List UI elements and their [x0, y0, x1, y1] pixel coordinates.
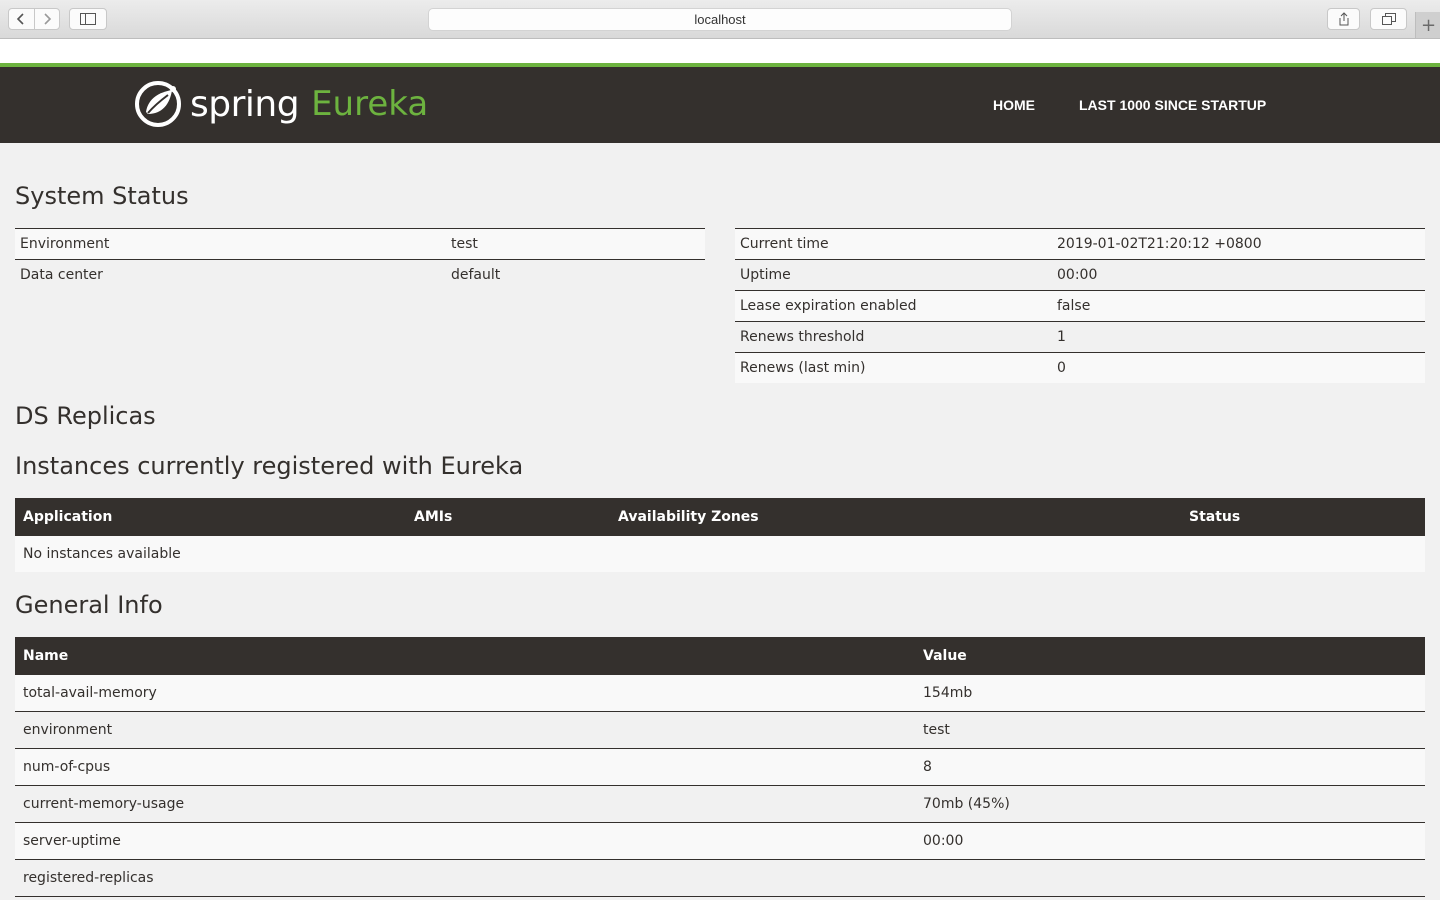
info-value: test [915, 711, 1425, 749]
column-header-value: Value [915, 637, 1425, 675]
info-name: environment [15, 711, 915, 749]
nav-last-1000-link[interactable]: LAST 1000 SINCE STARTUP [1079, 97, 1266, 113]
status-label: Data center [15, 259, 446, 290]
url-text: localhost [694, 12, 746, 27]
info-name: registered-replicas [15, 859, 915, 897]
browser-toolbar: localhost + [0, 0, 1440, 39]
general-info-table: Name Value total-avail-memory 154mb envi… [15, 637, 1425, 897]
table-row: registered-replicas [15, 859, 1425, 897]
status-label: Lease expiration enabled [735, 290, 1052, 322]
status-label: Renews (last min) [735, 352, 1052, 383]
table-row: Renews threshold 1 [735, 321, 1425, 353]
system-status-left-table: Environment test Data center default [15, 228, 705, 290]
share-icon[interactable] [1327, 8, 1360, 30]
brand-spring: spring [190, 83, 300, 125]
status-label: Uptime [735, 259, 1052, 291]
spring-eureka-logo[interactable]: spring Eureka [134, 79, 428, 129]
column-header-name: Name [15, 637, 915, 675]
status-value: 00:00 [1052, 259, 1425, 291]
info-name: server-uptime [15, 822, 915, 860]
status-value: test [446, 228, 705, 260]
nav-home-link[interactable]: HOME [993, 97, 1035, 113]
info-value: 00:00 [915, 822, 1425, 860]
table-row: current-memory-usage 70mb (45%) [15, 785, 1425, 823]
instances-table: Application AMIs Availability Zones Stat… [15, 498, 1425, 572]
spring-leaf-icon [135, 81, 181, 127]
status-value: default [446, 259, 705, 290]
table-row: No instances available [15, 536, 1425, 572]
table-row: Current time 2019-01-02T21:20:12 +0800 [735, 228, 1425, 260]
info-name: total-avail-memory [15, 675, 915, 712]
status-label: Environment [15, 228, 446, 260]
table-row: Uptime 00:00 [735, 259, 1425, 291]
info-value: 154mb [915, 675, 1425, 712]
status-label: Current time [735, 228, 1052, 260]
status-value: 1 [1052, 321, 1425, 353]
info-value: 70mb (45%) [915, 785, 1425, 823]
ds-replicas-heading: DS Replicas [15, 402, 156, 430]
table-row: Data center default [15, 259, 705, 290]
column-header-status: Status [1181, 498, 1425, 536]
system-status-heading: System Status [15, 182, 189, 210]
eureka-navbar: spring Eureka HOME LAST 1000 SINCE START… [0, 63, 1440, 143]
instances-heading: Instances currently registered with Eure… [15, 452, 524, 480]
no-instances-message: No instances available [15, 536, 1425, 572]
table-row: num-of-cpus 8 [15, 748, 1425, 786]
info-value: 8 [915, 748, 1425, 786]
column-header-amis: AMIs [406, 498, 610, 536]
tabs-overview-icon[interactable] [1370, 8, 1407, 30]
info-value [915, 859, 1425, 897]
table-row: Environment test [15, 228, 705, 260]
brand-eureka: Eureka [311, 84, 429, 124]
column-header-availability-zones: Availability Zones [610, 498, 1181, 536]
back-icon[interactable] [9, 9, 34, 29]
column-header-application: Application [15, 498, 406, 536]
table-row: Lease expiration enabled false [735, 290, 1425, 322]
forward-icon[interactable] [33, 9, 60, 29]
table-row: total-avail-memory 154mb [15, 675, 1425, 712]
info-name: current-memory-usage [15, 785, 915, 823]
new-tab-icon[interactable]: + [1415, 12, 1440, 38]
system-status-right-table: Current time 2019-01-02T21:20:12 +0800 U… [735, 228, 1425, 383]
status-label: Renews threshold [735, 321, 1052, 353]
table-header-row: Name Value [15, 637, 1425, 675]
sidebar-toggle-icon[interactable] [69, 8, 107, 30]
table-header-row: Application AMIs Availability Zones Stat… [15, 498, 1425, 536]
page-top-gap [0, 39, 1440, 63]
status-value: 0 [1052, 352, 1425, 383]
table-row: environment test [15, 711, 1425, 749]
address-bar[interactable]: localhost [428, 8, 1012, 31]
table-row: Renews (last min) 0 [735, 352, 1425, 383]
table-row: server-uptime 00:00 [15, 822, 1425, 860]
status-value: 2019-01-02T21:20:12 +0800 [1052, 228, 1425, 260]
status-value: false [1052, 290, 1425, 322]
history-nav [8, 8, 60, 30]
info-name: num-of-cpus [15, 748, 915, 786]
general-info-heading: General Info [15, 591, 163, 619]
